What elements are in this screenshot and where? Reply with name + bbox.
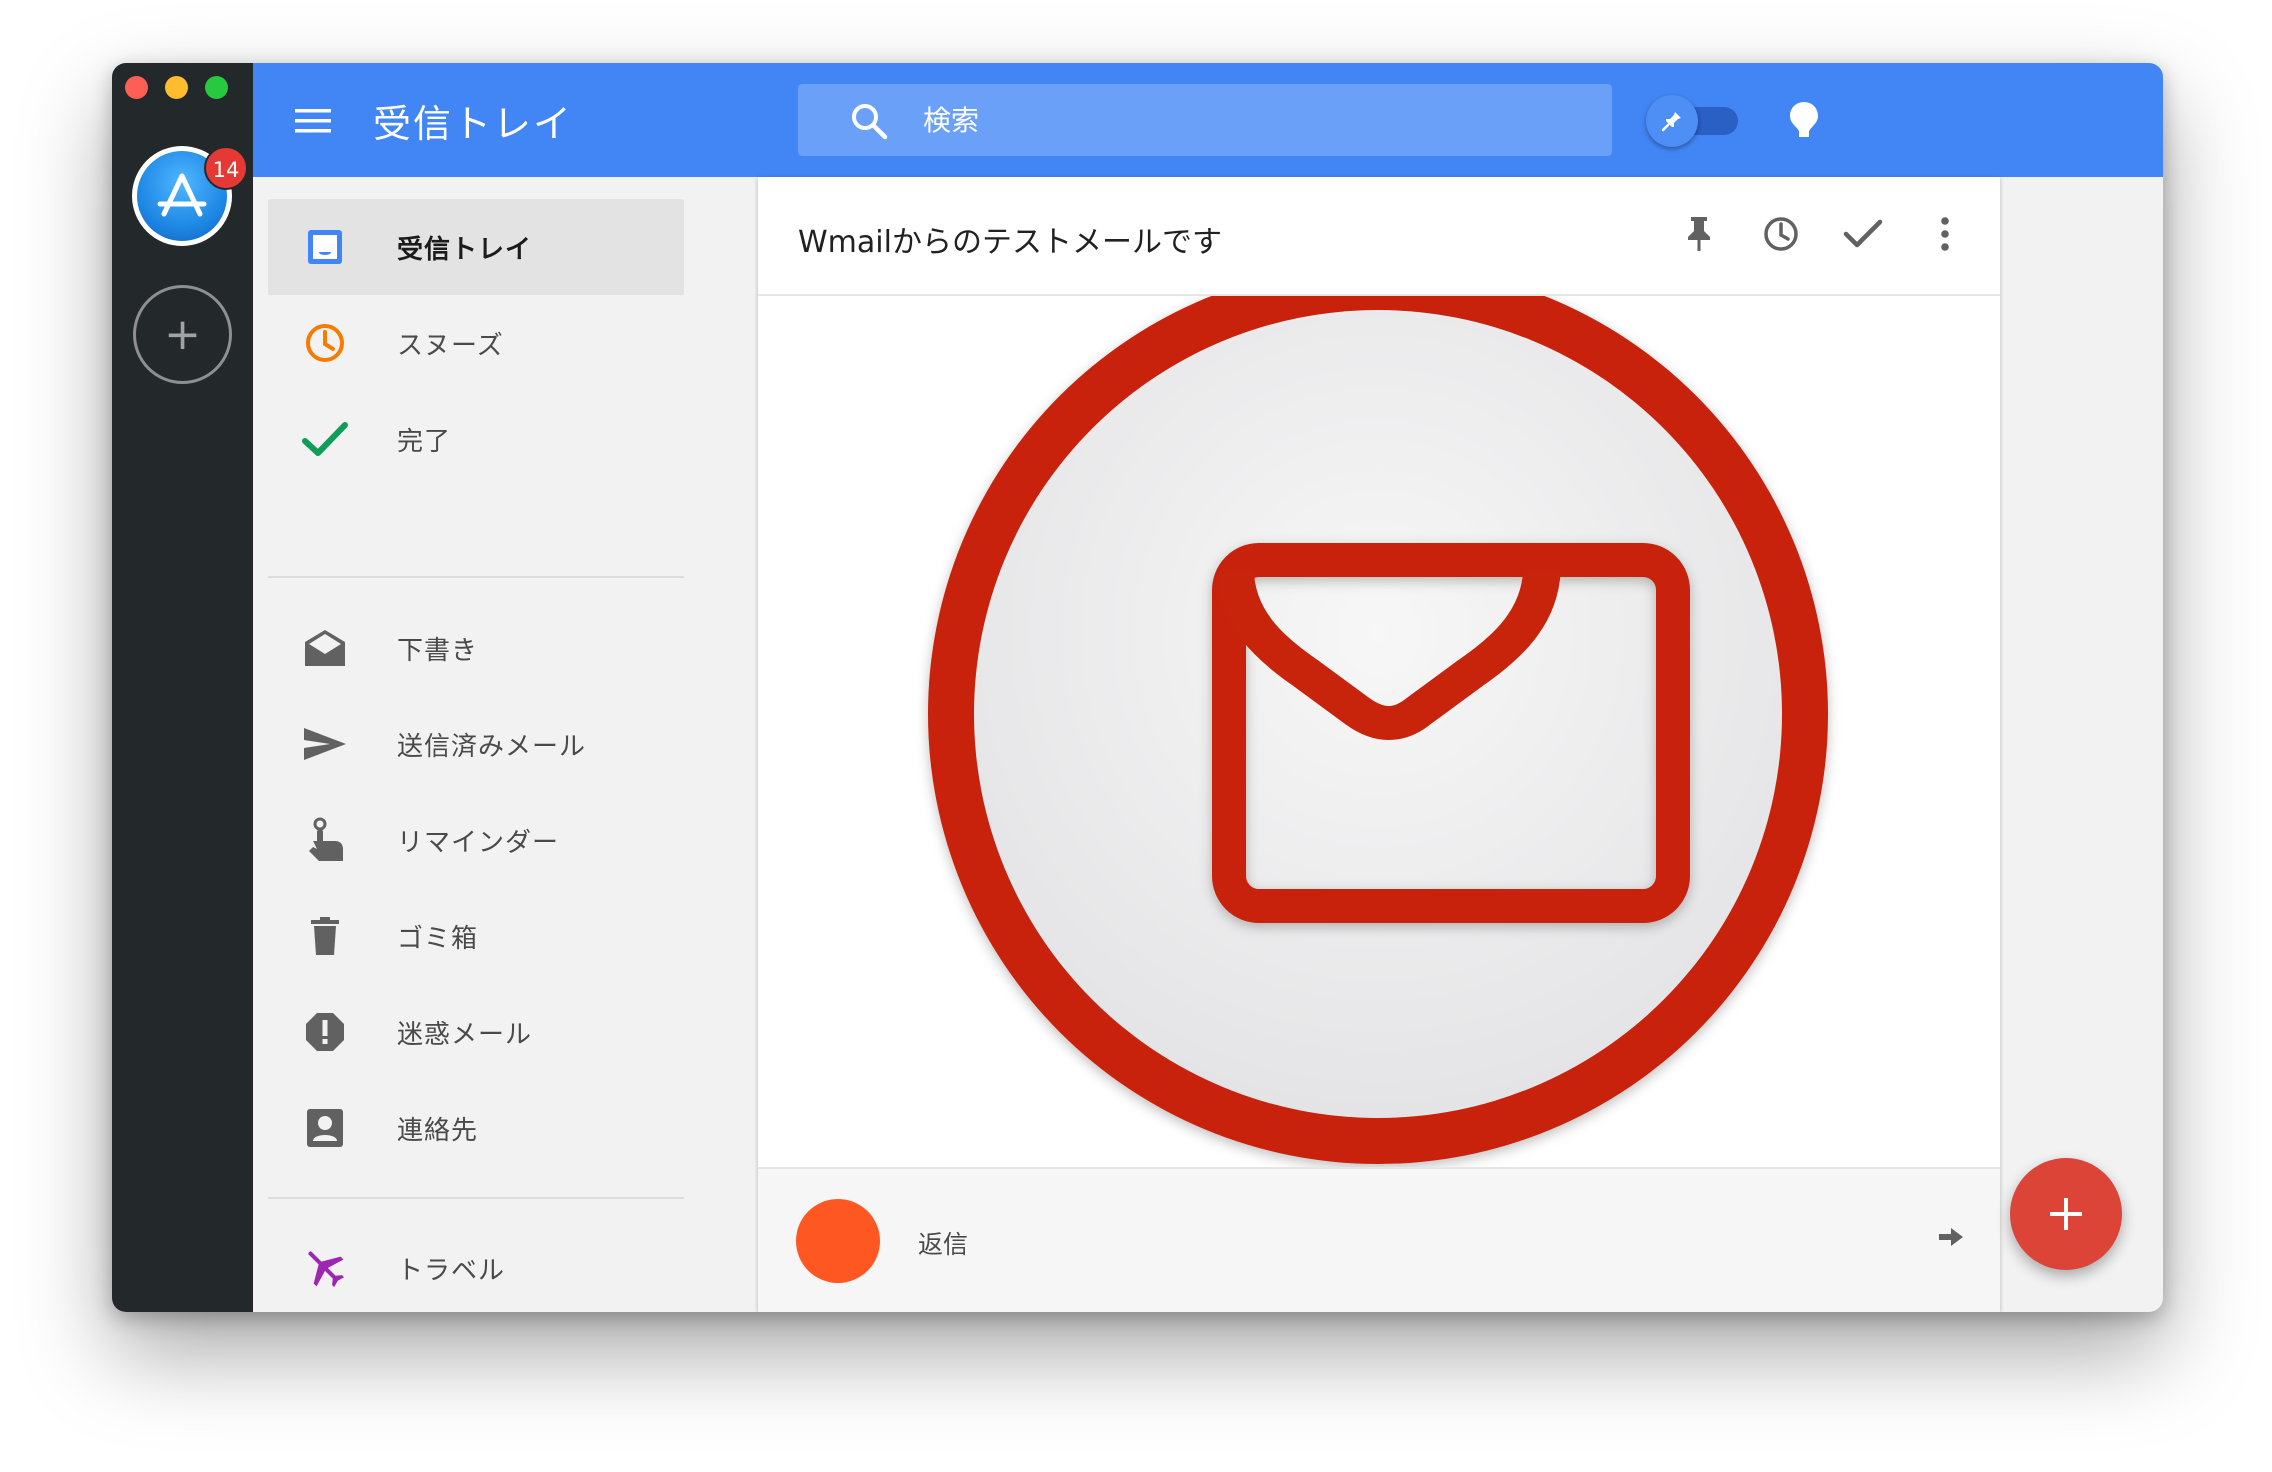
- message-body: [758, 296, 2000, 1167]
- unread-badge: 14: [204, 146, 248, 190]
- more-icon[interactable]: [1922, 211, 1968, 257]
- search-input[interactable]: [923, 104, 1523, 137]
- forward-arrow-icon[interactable]: [1938, 1225, 1964, 1253]
- reply-label: 返信: [918, 1230, 969, 1259]
- sidebar-item-spam[interactable]: 迷惑メール: [268, 984, 684, 1080]
- sidebar-item-label: 完了: [397, 426, 452, 457]
- sidebar-item-label: 下書き: [397, 635, 479, 666]
- sidebar-divider: [268, 576, 684, 578]
- reminder-bulb-icon[interactable]: [1787, 99, 1821, 145]
- account-rail: 14 +: [112, 63, 253, 1312]
- sidebar-item-label: 連絡先: [397, 1115, 479, 1146]
- app-header: 受信トレイ: [253, 63, 2163, 177]
- send-icon: [301, 720, 349, 768]
- navigation-sidebar: 受信トレイ スヌーズ 完了 下書き 送信済みメール リマインダー ゴミ箱 迷惑メ…: [253, 177, 728, 1312]
- sidebar-item-inbox[interactable]: 受信トレイ: [268, 199, 684, 295]
- sidebar-item-done[interactable]: 完了: [268, 391, 684, 487]
- done-icon[interactable]: [1840, 211, 1886, 257]
- message-header: Wmailからのテストメールです: [758, 177, 2000, 296]
- search-bar[interactable]: [798, 84, 1612, 156]
- pin-icon[interactable]: [1676, 211, 1722, 257]
- compose-button[interactable]: [2010, 1158, 2122, 1270]
- app-window: 14 + 受信トレイ 検索 受信トレイ スヌーズ 完了 下書き 送信済みメール …: [112, 63, 2163, 1312]
- sidebar-item-reminders[interactable]: リマインダー: [268, 792, 684, 888]
- pin-icon: [1646, 95, 1698, 147]
- airplane-icon: [301, 1244, 349, 1292]
- search-icon: [848, 100, 890, 146]
- pinned-filter-toggle[interactable]: [1646, 95, 1738, 147]
- snooze-icon[interactable]: [1758, 211, 1804, 257]
- plus-icon: +: [164, 308, 201, 360]
- maximize-window-button[interactable]: [205, 76, 228, 99]
- message-card: Wmailからのテストメールです 返信: [758, 177, 2000, 1312]
- window-controls: [125, 76, 228, 99]
- check-icon: [301, 415, 349, 463]
- sidebar-item-label: リマインダー: [397, 827, 560, 858]
- message-subject: Wmailからのテストメールです: [798, 225, 1222, 260]
- sidebar-item-trash[interactable]: ゴミ箱: [268, 888, 684, 984]
- sidebar-item-label: 送信済みメール: [397, 731, 587, 762]
- close-window-button[interactable]: [125, 76, 148, 99]
- trash-icon: [301, 912, 349, 960]
- sidebar-item-label: 受信トレイ: [397, 234, 533, 265]
- draft-icon: [301, 624, 349, 672]
- sidebar-item-drafts[interactable]: 下書き: [268, 600, 684, 696]
- sidebar-item-travel[interactable]: トラベル: [268, 1220, 684, 1312]
- sidebar-item-snoozed[interactable]: スヌーズ: [268, 295, 684, 391]
- sidebar-item-label: トラベル: [397, 1255, 506, 1286]
- spam-icon: [301, 1008, 349, 1056]
- mail-envelope-icon: [928, 296, 1828, 1164]
- inbox-icon: [301, 223, 349, 271]
- page-title: 受信トレイ: [373, 102, 574, 146]
- avatar: [796, 1199, 880, 1283]
- clock-icon: [301, 319, 349, 367]
- sidebar-item-label: 迷惑メール: [397, 1019, 533, 1050]
- sidebar-item-contacts[interactable]: 連絡先: [268, 1080, 684, 1176]
- contact-icon: [301, 1104, 349, 1152]
- add-account-button[interactable]: +: [133, 285, 232, 384]
- minimize-window-button[interactable]: [165, 76, 188, 99]
- reply-bar[interactable]: 返信: [758, 1167, 2000, 1312]
- sidebar-item-sent[interactable]: 送信済みメール: [268, 696, 684, 792]
- sidebar-item-label: ゴミ箱: [397, 923, 479, 954]
- message-actions: [1676, 211, 1968, 257]
- reminder-icon: [301, 816, 349, 864]
- sidebar-divider: [268, 1197, 684, 1199]
- menu-icon[interactable]: [293, 101, 333, 141]
- sidebar-item-label: スヌーズ: [397, 330, 504, 361]
- plus-icon: [2050, 1198, 2082, 1230]
